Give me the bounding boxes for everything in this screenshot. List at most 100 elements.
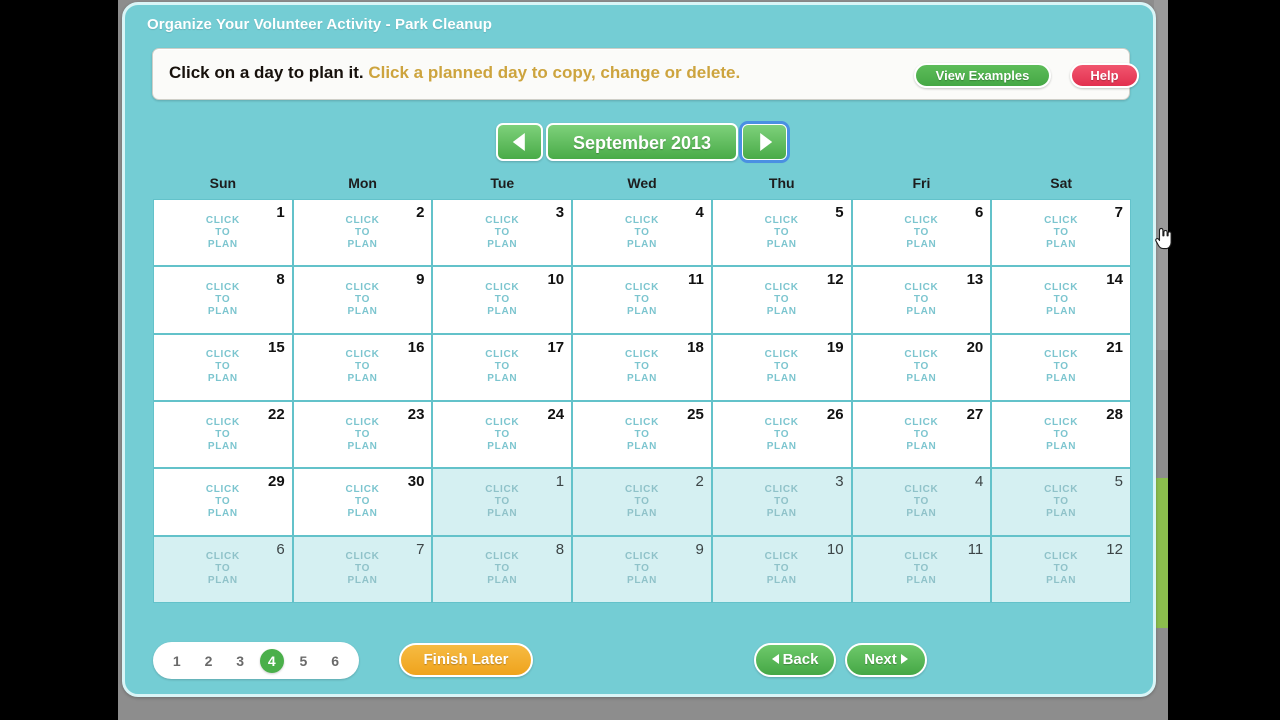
pagination-page-4[interactable]: 4 — [259, 648, 284, 673]
click-to-plan-line: PLAN — [626, 373, 657, 385]
click-to-plan-line: TO — [1053, 563, 1069, 575]
click-to-plan-label: CLICK TO PLAN — [713, 282, 851, 318]
pagination-page-6[interactable]: 6 — [323, 649, 347, 673]
click-to-plan-line: TO — [913, 428, 929, 440]
day-cell[interactable]: 4 CLICK TO PLAN — [852, 469, 991, 535]
month-navigation: September 2013 — [496, 121, 790, 163]
click-to-plan-line: TO — [215, 428, 231, 440]
click-to-plan-line: TO — [494, 495, 510, 507]
click-to-plan-label: CLICK TO PLAN — [154, 417, 292, 453]
day-cell[interactable]: 10 CLICK TO PLAN — [712, 536, 851, 602]
day-cell[interactable]: 29 CLICK TO PLAN — [154, 469, 292, 535]
day-cell[interactable]: 1 CLICK TO PLAN — [433, 469, 572, 535]
previous-month-button[interactable] — [496, 123, 543, 161]
day-cell[interactable]: 2 CLICK TO PLAN — [293, 200, 432, 266]
day-cell[interactable]: 16 CLICK TO PLAN — [293, 334, 432, 400]
day-cell[interactable]: 5 CLICK TO PLAN — [712, 200, 851, 266]
click-to-plan-line: TO — [634, 563, 650, 575]
click-to-plan-line: PLAN — [766, 575, 797, 587]
day-cell[interactable]: 8 CLICK TO PLAN — [433, 536, 572, 602]
day-cell[interactable]: 20 CLICK TO PLAN — [852, 334, 991, 400]
day-cell[interactable]: 11 CLICK TO PLAN — [852, 536, 991, 602]
day-cell[interactable]: 3 CLICK TO PLAN — [712, 469, 851, 535]
weekday-header-thu: Thu — [768, 175, 795, 191]
day-cell[interactable]: 18 CLICK TO PLAN — [573, 334, 711, 400]
click-to-plan-label: CLICK TO PLAN — [992, 417, 1130, 453]
click-to-plan-line: PLAN — [347, 575, 378, 587]
day-cell[interactable]: 7 CLICK TO PLAN — [293, 536, 432, 602]
click-to-plan-line: CLICK — [904, 214, 939, 226]
day-cell[interactable]: 15 CLICK TO PLAN — [154, 334, 292, 400]
click-to-plan-line: TO — [913, 293, 929, 305]
day-cell[interactable]: 1 CLICK TO PLAN — [154, 200, 292, 266]
day-cell[interactable]: 22 CLICK TO PLAN — [154, 402, 292, 468]
click-to-plan-line: CLICK — [345, 349, 380, 361]
click-to-plan-label: CLICK TO PLAN — [154, 484, 292, 520]
day-cell[interactable]: 23 CLICK TO PLAN — [293, 402, 432, 468]
view-examples-button[interactable]: View Examples — [914, 63, 1051, 88]
pagination-page-2[interactable]: 2 — [196, 649, 220, 673]
day-cell[interactable]: 8 CLICK TO PLAN — [154, 267, 292, 333]
day-cell[interactable]: 24 CLICK TO PLAN — [433, 402, 572, 468]
click-to-plan-line: PLAN — [626, 238, 657, 250]
day-cell[interactable]: 19 CLICK TO PLAN — [712, 334, 851, 400]
pagination-page-5[interactable]: 5 — [291, 649, 315, 673]
volunteer-activity-panel: Organize Your Volunteer Activity - Park … — [122, 2, 1172, 697]
day-cell[interactable]: 5 CLICK TO PLAN — [992, 469, 1130, 535]
day-cell[interactable]: 27 CLICK TO PLAN — [852, 402, 991, 468]
click-to-plan-line: TO — [1053, 495, 1069, 507]
next-month-button[interactable] — [739, 121, 790, 163]
click-to-plan-line: PLAN — [207, 305, 238, 317]
click-to-plan-line: TO — [913, 361, 929, 373]
click-to-plan-line: TO — [215, 226, 231, 238]
day-cell[interactable]: 26 CLICK TO PLAN — [712, 402, 851, 468]
click-to-plan-line: CLICK — [904, 349, 939, 361]
triangle-right-icon — [759, 133, 772, 151]
help-button[interactable]: Help — [1070, 63, 1139, 88]
day-cell[interactable]: 7 CLICK TO PLAN — [992, 200, 1130, 266]
click-to-plan-label: CLICK TO PLAN — [154, 349, 292, 385]
click-to-plan-label: CLICK TO PLAN — [713, 349, 851, 385]
day-cell[interactable]: 9 CLICK TO PLAN — [293, 267, 432, 333]
finish-later-button[interactable]: Finish Later — [399, 643, 533, 677]
click-to-plan-label: CLICK TO PLAN — [154, 282, 292, 318]
next-button[interactable]: Next — [845, 643, 927, 677]
click-to-plan-label: CLICK TO PLAN — [713, 417, 851, 453]
back-button[interactable]: Back — [754, 643, 836, 677]
day-cell[interactable]: 11 CLICK TO PLAN — [573, 267, 711, 333]
click-to-plan-label: CLICK TO PLAN — [433, 484, 571, 520]
click-to-plan-line: CLICK — [485, 214, 520, 226]
click-to-plan-line: CLICK — [205, 349, 240, 361]
day-cell[interactable]: 25 CLICK TO PLAN — [573, 402, 711, 468]
day-cell[interactable]: 9 CLICK TO PLAN — [573, 536, 711, 602]
click-to-plan-line: CLICK — [764, 416, 799, 428]
pagination-page-3[interactable]: 3 — [228, 649, 252, 673]
day-cell[interactable]: 3 CLICK TO PLAN — [433, 200, 572, 266]
day-cell[interactable]: 4 CLICK TO PLAN — [573, 200, 711, 266]
day-cell[interactable]: 12 CLICK TO PLAN — [992, 536, 1130, 602]
click-to-plan-label: CLICK TO PLAN — [853, 551, 991, 587]
click-to-plan-line: CLICK — [1044, 551, 1079, 563]
click-to-plan-line: CLICK — [764, 281, 799, 293]
click-to-plan-line: TO — [215, 293, 231, 305]
pagination-page-1[interactable]: 1 — [165, 649, 189, 673]
weekday-header-fri: Fri — [912, 175, 931, 191]
day-cell[interactable]: 14 CLICK TO PLAN — [992, 267, 1130, 333]
day-cell[interactable]: 13 CLICK TO PLAN — [852, 267, 991, 333]
day-cell[interactable]: 21 CLICK TO PLAN — [992, 334, 1130, 400]
click-to-plan-line: CLICK — [904, 551, 939, 563]
day-cell[interactable]: 10 CLICK TO PLAN — [433, 267, 572, 333]
day-cell[interactable]: 30 CLICK TO PLAN — [293, 469, 432, 535]
day-cell[interactable]: 6 CLICK TO PLAN — [852, 200, 991, 266]
click-to-plan-line: PLAN — [766, 507, 797, 519]
day-cell[interactable]: 17 CLICK TO PLAN — [433, 334, 572, 400]
click-to-plan-label: CLICK TO PLAN — [433, 551, 571, 587]
day-cell[interactable]: 12 CLICK TO PLAN — [712, 267, 851, 333]
click-to-plan-line: TO — [774, 495, 790, 507]
day-cell[interactable]: 6 CLICK TO PLAN — [154, 536, 292, 602]
day-cell[interactable]: 2 CLICK TO PLAN — [573, 469, 711, 535]
click-to-plan-line: TO — [774, 226, 790, 238]
click-to-plan-line: CLICK — [624, 416, 660, 428]
day-cell[interactable]: 28 CLICK TO PLAN — [992, 402, 1130, 468]
click-to-plan-line: CLICK — [345, 551, 380, 563]
